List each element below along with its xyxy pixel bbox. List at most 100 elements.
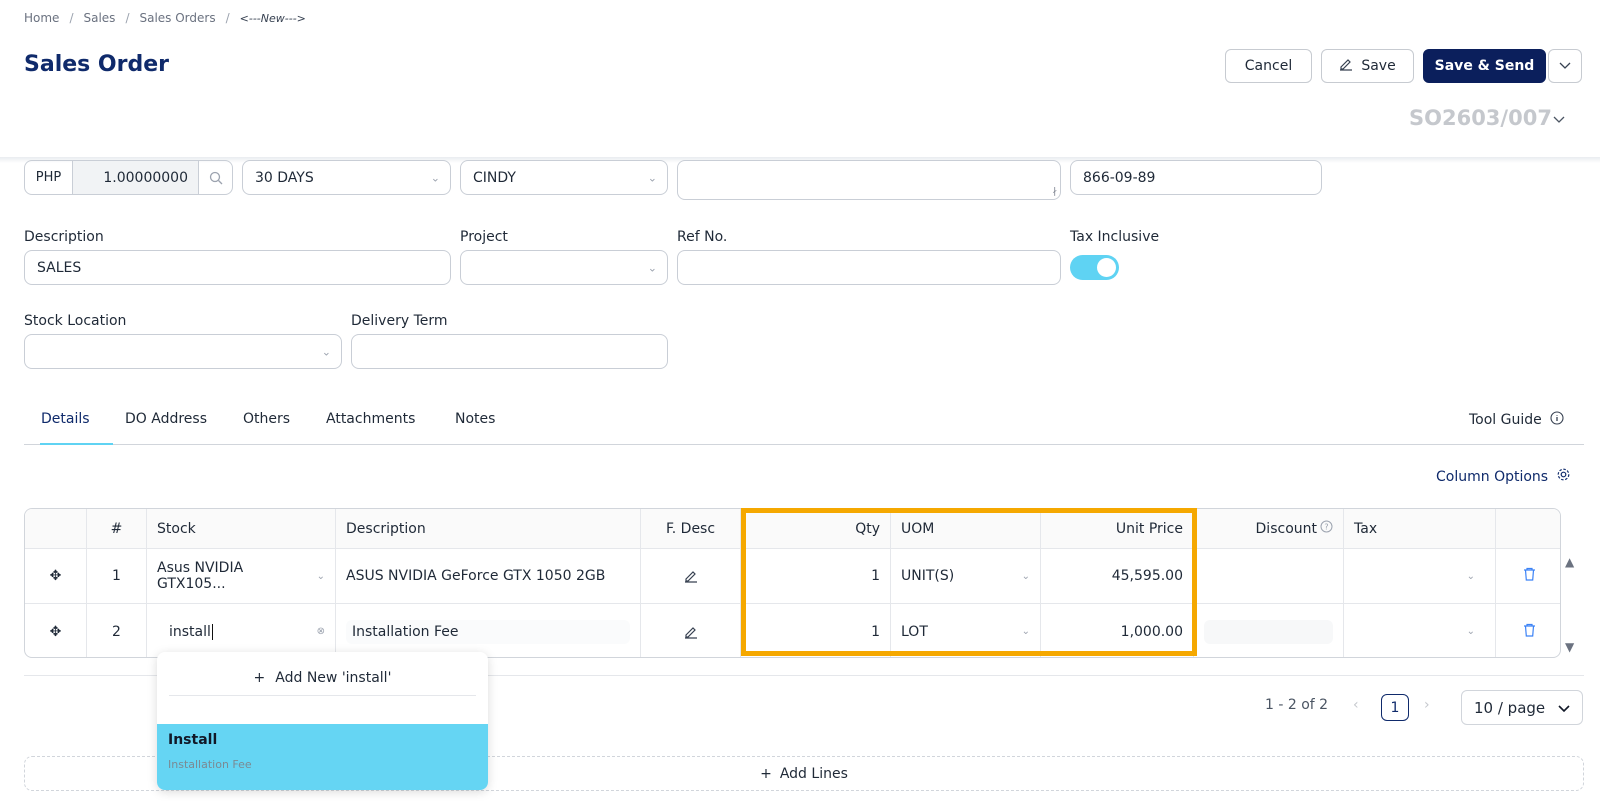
cancel-button[interactable]: Cancel [1225,49,1312,83]
breadcrumb-sales-orders[interactable]: Sales Orders [139,11,215,25]
tax-inclusive-toggle[interactable] [1070,255,1119,280]
chevron-down-icon: ⌄ [1466,570,1475,582]
drag-handle-icon[interactable]: ✥ [25,604,87,657]
page-title: Sales Order [24,52,169,77]
currency-rate-group: PHP 1.00000000 [24,160,233,195]
project-select[interactable]: ⌄ [460,250,668,285]
chevron-down-icon[interactable] [1553,113,1565,127]
column-options-button[interactable]: Column Options [1436,467,1571,486]
next-page-icon[interactable]: › [1424,697,1430,713]
header-f-desc: F. Desc [641,509,741,548]
info-icon [1550,411,1564,429]
delivery-term-label: Delivery Term [351,313,448,329]
terms-select[interactable]: 30 DAYS ⌄ [242,160,451,195]
trash-icon [1523,623,1536,641]
dropdown-option-install[interactable]: Install Installation Fee [157,724,488,790]
description-input[interactable]: Installation Fee [346,619,630,644]
save-and-send-button[interactable]: Save & Send [1423,49,1546,83]
more-actions-dropdown-button[interactable] [1548,49,1582,83]
add-new-stock-button[interactable]: + Add New 'install' [169,660,476,696]
add-new-label: Add New 'install' [275,669,392,686]
active-tab-indicator [40,443,113,445]
remarks-textarea[interactable]: ∤ [677,160,1061,200]
stock-location-label: Stock Location [24,313,127,329]
edit-icon[interactable] [641,604,741,657]
stock-search-value: install [169,623,213,640]
description-value: SALES [37,259,82,276]
pencil-icon [1339,57,1353,75]
tab-attachments[interactable]: Attachments [326,411,415,427]
phone-value: 866-09-89 [1083,169,1156,186]
breadcrumb-separator: / [125,11,130,25]
ref-no-input[interactable] [677,250,1061,285]
header-description: Description [336,509,641,548]
resize-handle-icon[interactable]: ∤ [1053,187,1058,197]
discount-input[interactable] [1194,604,1344,657]
tax-select[interactable]: ⌄ [1344,549,1496,603]
help-icon[interactable]: ? [1320,520,1333,537]
terms-value: 30 DAYS [255,169,314,186]
description-input[interactable]: SALES [24,250,451,285]
option-subtitle: Installation Fee [168,758,252,771]
sales-order-number: SO2603/007 [1409,106,1552,130]
header-number: # [87,509,147,548]
discount-field[interactable] [1204,619,1333,644]
scroll-down-icon[interactable]: ▼ [1565,640,1574,654]
drag-handle-icon[interactable]: ✥ [25,549,87,603]
description-cell[interactable]: Installation Fee [336,604,641,657]
description-cell[interactable]: ASUS NVIDIA GeForce GTX 1050 2GB [336,549,641,603]
save-button[interactable]: Save [1321,49,1414,83]
plus-icon: + [760,765,772,782]
breadcrumb-home[interactable]: Home [24,11,59,25]
tax-select[interactable]: ⌄ [1344,604,1496,657]
row-number: 1 [87,549,147,603]
delivery-term-input[interactable] [351,334,668,369]
gear-icon [1556,467,1571,486]
add-lines-label: Add Lines [779,765,848,782]
chevron-down-icon: ⌄ [316,570,325,582]
description-label: Description [24,229,104,245]
highlight-box [741,508,1197,656]
agent-select[interactable]: CINDY ⌄ [460,160,668,195]
chevron-down-icon: ⌄ [1466,626,1475,637]
tab-do-address[interactable]: DO Address [125,411,207,427]
save-and-send-label: Save & Send [1434,58,1535,74]
breadcrumb-sales[interactable]: Sales [83,11,115,25]
stock-search-input[interactable]: install ⊗ [147,604,336,657]
tab-others[interactable]: Others [243,411,290,427]
header-discount: Discount ? [1194,509,1344,548]
edit-icon[interactable] [641,549,741,603]
exchange-rate-input[interactable]: 1.00000000 [73,161,198,194]
column-options-label: Column Options [1436,468,1549,485]
page-size-select[interactable]: 10 / page [1461,690,1583,725]
cancel-button-label: Cancel [1244,58,1293,74]
tab-bar: Details DO Address Others Attachments No… [24,405,1584,445]
breadcrumb-separator: / [225,11,230,25]
search-icon[interactable] [198,161,232,194]
tool-guide-button[interactable]: Tool Guide [1469,411,1564,429]
prev-page-icon[interactable]: ‹ [1353,697,1359,713]
option-title: Install [168,732,218,748]
svg-text:?: ? [1324,523,1328,532]
stock-location-select[interactable]: ⌄ [24,334,342,369]
pagination-range: 1 - 2 of 2 [1265,697,1329,713]
tab-notes[interactable]: Notes [455,411,495,427]
tool-guide-label: Tool Guide [1469,412,1542,428]
delete-row-button[interactable] [1496,604,1560,657]
clear-icon[interactable]: ⊗ [317,626,325,637]
page-button-current[interactable]: 1 [1381,694,1409,721]
chevron-down-icon [1559,58,1571,74]
discount-input[interactable] [1194,549,1344,603]
stock-select[interactable]: Asus NVIDIA GTX105... ⌄ [147,549,336,603]
toggle-knob [1097,258,1116,277]
header-discount-label: Discount [1255,520,1317,537]
tax-inclusive-label: Tax Inclusive [1070,229,1160,245]
tab-details[interactable]: Details [41,411,90,427]
scroll-up-icon[interactable]: ▲ [1565,555,1574,569]
delete-row-button[interactable] [1496,549,1560,603]
header-tax: Tax [1344,509,1496,548]
header-actions [1496,509,1560,548]
save-button-label: Save [1361,58,1396,74]
page-size-value: 10 / page [1474,698,1546,717]
phone-input[interactable]: 866-09-89 [1070,160,1322,195]
